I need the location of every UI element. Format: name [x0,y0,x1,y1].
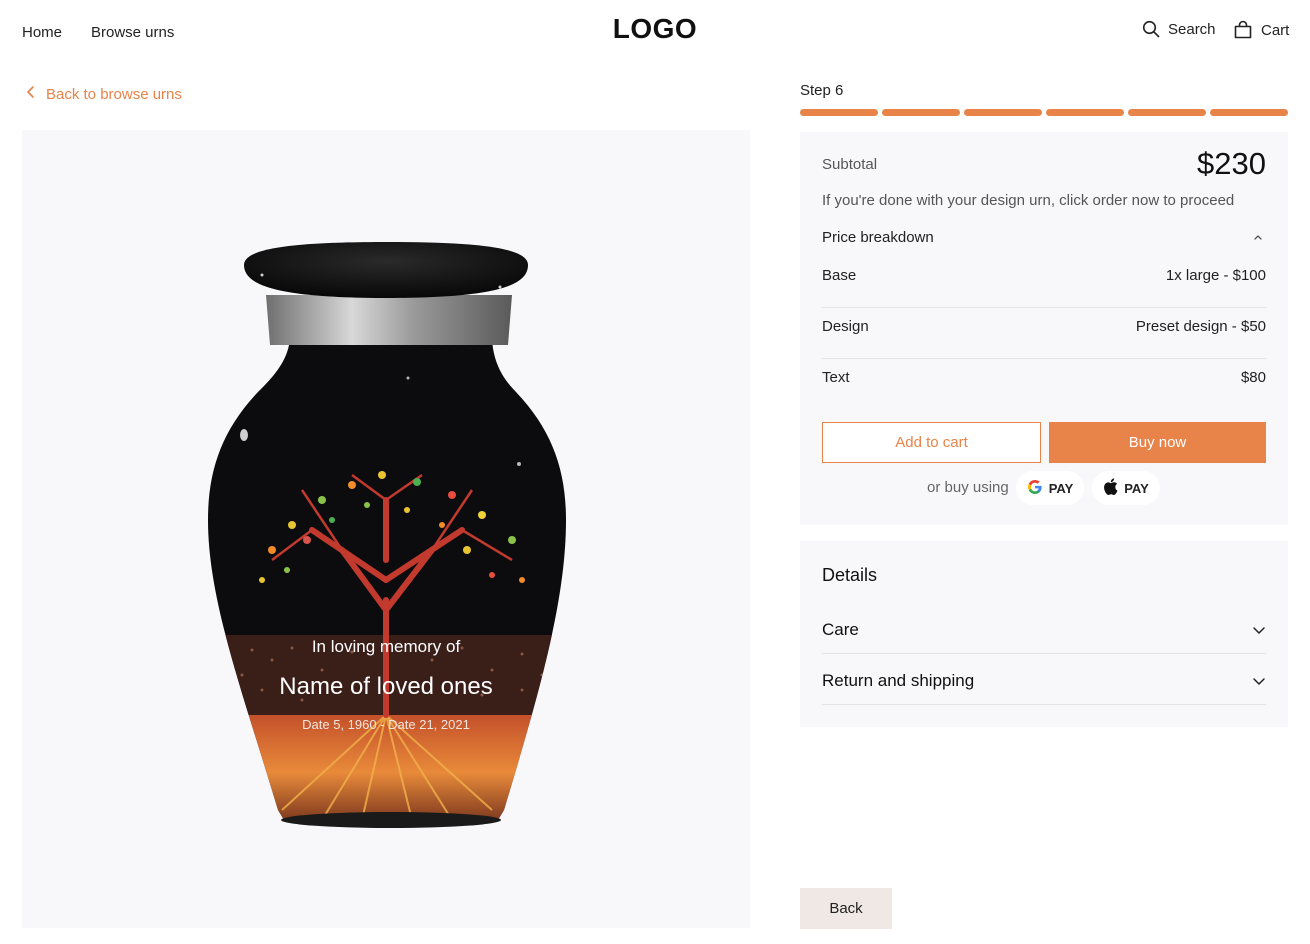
inscription-line1: In loving memory of [311,637,461,656]
order-hint: If you're done with your design urn, cli… [822,192,1235,209]
step-segment [1046,109,1124,116]
order-summary-card: Subtotal $230 If you're done with your d… [800,132,1288,525]
step-segment [882,109,960,116]
breakdown-label: Base [822,267,857,284]
chevron-down-icon [1252,674,1266,692]
apple-pay-label: PAY [1124,480,1149,496]
details-card: Details Care Return and shipping [800,541,1288,727]
accordion-label: Return and shipping [822,671,975,690]
google-icon [1027,479,1043,498]
or-buy-using-label: or buy using [927,479,1009,496]
chevron-left-icon [26,85,36,103]
step-segment [1128,109,1206,116]
step-progress-bar [800,109,1288,116]
breakdown-label: Text [822,369,850,386]
step-segment [800,109,878,116]
breakdown-label: Design [822,318,869,335]
chevron-up-icon[interactable] [1250,231,1266,243]
back-to-browse-label: Back to browse urns [46,85,182,103]
step-segment [1210,109,1288,116]
breakdown-value: $80 [1240,369,1266,386]
back-to-browse-link[interactable]: Back to browse urns [26,85,182,103]
cart-label: Cart [1261,21,1290,39]
apple-icon [1103,478,1118,498]
inscription-name: Name of loved ones [279,673,493,700]
search-label: Search [1168,20,1216,38]
details-title: Details [822,565,878,585]
logo[interactable]: LOGO [0,13,1310,45]
breakdown-row-design: Design Preset design - $50 [822,308,1266,359]
chevron-down-icon [1252,623,1266,641]
search-icon [1142,20,1160,38]
google-pay-button[interactable]: PAY [1016,471,1084,505]
breakdown-value: 1x large - $100 [1165,267,1266,284]
google-pay-label: PAY [1048,480,1074,496]
subtotal-label: Subtotal [822,156,878,173]
price-breakdown-title: Price breakdown [822,229,934,246]
step-segment [964,109,1042,116]
subtotal-price: $230 [1197,146,1266,181]
breakdown-row-base: Base 1x large - $100 [822,257,1266,308]
product-image-panel: In loving memory of Name of loved ones D… [22,130,750,928]
urn-image [208,242,566,828]
accordion-label: Care [822,620,859,639]
step-label: Step 6 [800,82,844,99]
buy-now-button[interactable]: Buy now [1049,422,1266,463]
cart-button[interactable]: Cart [1233,20,1289,40]
accordion-return-shipping[interactable]: Return and shipping [822,654,1266,705]
site-header: Home Browse urns LOGO Search Cart [0,0,1310,66]
breakdown-value: Preset design - $50 [1135,318,1266,335]
cart-icon [1233,20,1253,40]
inscription-dates: Date 5, 1960 - Date 21, 2021 [302,717,470,732]
back-button[interactable]: Back [800,888,892,929]
search-button[interactable]: Search [1142,20,1216,38]
apple-pay-button[interactable]: PAY [1092,471,1160,505]
add-to-cart-button[interactable]: Add to cart [822,422,1041,463]
accordion-care[interactable]: Care [822,603,1266,654]
breakdown-row-text: Text $80 [822,359,1266,410]
